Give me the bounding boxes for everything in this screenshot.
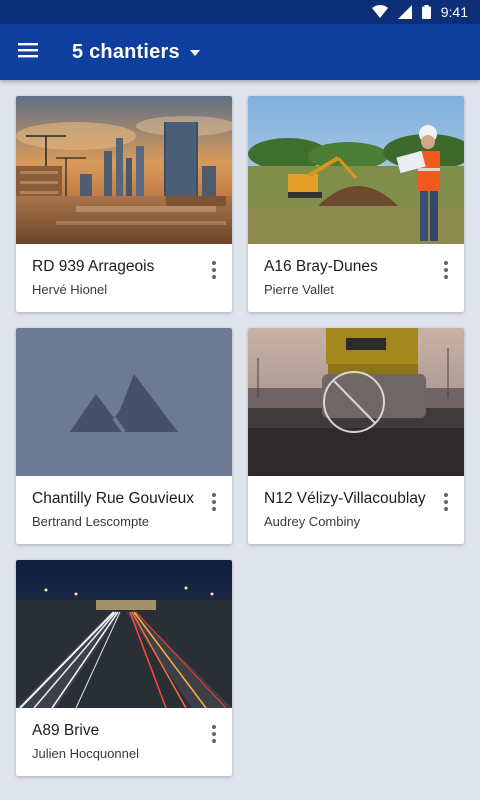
project-card[interactable]: A16 Bray-Dunes Pierre Vallet	[248, 96, 464, 312]
project-manager: Julien Hocquonnel	[32, 746, 139, 761]
status-bar: 9:41	[0, 0, 480, 24]
project-card[interactable]: Chantilly Rue Gouvieux Bertrand Lescompt…	[16, 328, 232, 544]
more-options-icon[interactable]	[204, 722, 224, 746]
project-grid: RD 939 Arrageois Hervé Hionel A16 Bray-D…	[16, 96, 464, 776]
project-title: N12 Vélizy-Villacoublay	[264, 490, 426, 507]
project-title: A89 Brive	[32, 722, 100, 739]
project-card[interactable]: RD 939 Arrageois Hervé Hionel	[16, 96, 232, 312]
project-manager: Hervé Hionel	[32, 282, 108, 297]
wifi-icon	[371, 5, 388, 19]
project-manager: Pierre Vallet	[264, 282, 334, 297]
more-options-icon[interactable]	[436, 490, 456, 514]
page-title: 5 chantiers	[72, 40, 180, 63]
highway-night-photo	[16, 560, 232, 708]
mountain-icon	[16, 328, 232, 476]
placeholder-image	[16, 328, 232, 476]
menu-button[interactable]	[0, 24, 56, 80]
road-roller-photo	[248, 328, 464, 476]
project-count-dropdown[interactable]: 5 chantiers	[72, 41, 200, 64]
project-card[interactable]: A89 Brive Julien Hocquonnel	[16, 560, 232, 776]
caret-down-icon	[189, 43, 200, 61]
menu-icon	[18, 42, 38, 63]
project-title: Chantilly Rue Gouvieux	[32, 490, 194, 507]
more-options-icon[interactable]	[204, 490, 224, 514]
battery-icon	[421, 5, 431, 19]
more-options-icon[interactable]	[436, 258, 456, 282]
signal-icon	[397, 5, 412, 19]
city-construction-photo	[16, 96, 232, 244]
status-time: 9:41	[440, 4, 468, 20]
project-manager: Audrey Combiny	[264, 514, 361, 529]
project-title: A16 Bray-Dunes	[264, 258, 378, 275]
app-bar: 5 chantiers	[0, 24, 480, 80]
excavator-worker-photo	[248, 96, 464, 244]
project-title: RD 939 Arrageois	[32, 258, 155, 275]
more-options-icon[interactable]	[204, 258, 224, 282]
project-card[interactable]: N12 Vélizy-Villacoublay Audrey Combiny	[248, 328, 464, 544]
project-manager: Bertrand Lescompte	[32, 514, 150, 529]
